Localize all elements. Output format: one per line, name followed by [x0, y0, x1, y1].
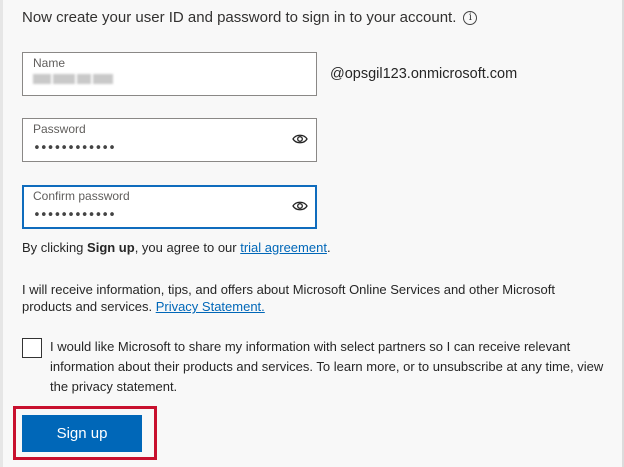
name-field[interactable]: Name: [22, 52, 317, 96]
domain-suffix: @opsgil123.onmicrosoft.com: [330, 66, 518, 82]
intro-text: Now create your user ID and password to …: [22, 9, 457, 26]
password-field-label: Password: [33, 122, 86, 136]
agreement-middle: , you agree to our: [134, 240, 241, 255]
privacy-statement-link[interactable]: Privacy Statement.: [156, 299, 265, 314]
password-input[interactable]: [33, 141, 273, 155]
marketing-info: I will receive information, tips, and of…: [22, 281, 597, 315]
confirm-password-input[interactable]: [33, 208, 273, 222]
intro-heading: Now create your user ID and password to …: [22, 9, 478, 26]
name-field-label: Name: [33, 56, 66, 70]
agreement-bold: Sign up: [87, 240, 135, 255]
agreement-prefix: By clicking: [22, 240, 88, 255]
name-field-value-redacted: [33, 74, 113, 84]
eye-icon[interactable]: [292, 133, 308, 145]
confirm-password-field[interactable]: Confirm password: [22, 185, 317, 229]
eye-icon[interactable]: [292, 200, 308, 212]
trial-agreement-link[interactable]: trial agreement: [240, 240, 327, 255]
marketing-info-text: I will receive information, tips, and of…: [22, 282, 555, 314]
agreement-text: By clicking Sign up, you agree to our tr…: [22, 240, 331, 255]
left-edge: [0, 0, 3, 467]
agreement-suffix: .: [326, 240, 331, 255]
password-field[interactable]: Password: [22, 118, 317, 162]
signup-button[interactable]: Sign up: [22, 415, 142, 452]
partner-consent-text: I would like Microsoft to share my infor…: [50, 339, 604, 394]
info-icon[interactable]: i: [463, 10, 478, 25]
confirm-password-field-label: Confirm password: [33, 189, 130, 203]
partner-consent-checkbox[interactable]: [22, 338, 42, 358]
